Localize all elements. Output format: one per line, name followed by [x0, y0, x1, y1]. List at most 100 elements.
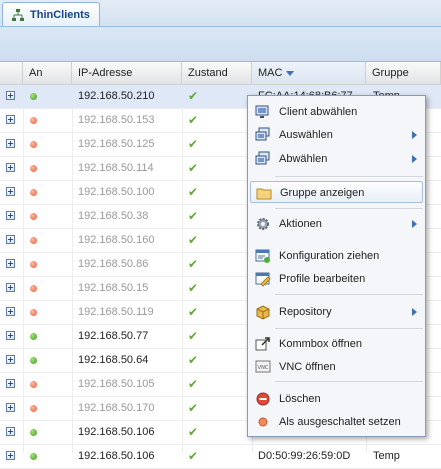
menu-item-label: VNC öffnen [279, 361, 336, 373]
external-link-icon [255, 336, 271, 352]
expand-row-icon[interactable] [6, 331, 15, 340]
group-cell: Temp [373, 450, 400, 462]
expand-row-icon[interactable] [6, 379, 15, 388]
header-mac[interactable]: MAC [252, 62, 366, 84]
ip-address-cell: 192.168.50.106 [78, 426, 155, 438]
status-ok-icon: ✔ [188, 425, 199, 439]
menu-item-gruppe-anzeigen[interactable]: Gruppe anzeigen [250, 181, 423, 203]
online-status-icon [30, 93, 37, 100]
expand-row-icon[interactable] [6, 211, 15, 220]
menu-item-vnc-oeffnen[interactable]: VNC VNC öffnen [250, 356, 423, 378]
ip-address-cell: 192.168.50.170 [78, 402, 155, 414]
menu-item-label: Abwählen [279, 153, 328, 165]
expand-row-icon[interactable] [6, 427, 15, 436]
header-zustand[interactable]: Zustand [182, 62, 252, 84]
monitors-icon [255, 127, 271, 143]
expand-row-icon[interactable] [6, 115, 15, 124]
table-row[interactable]: 192.168.50.106 ✔ D0:50:99:26:59:0D Temp [0, 445, 441, 469]
expand-row-icon[interactable] [6, 307, 15, 316]
menu-item-label: Client abwählen [279, 106, 358, 118]
menu-separator [275, 176, 423, 177]
status-ok-icon: ✔ [188, 161, 199, 175]
menu-item-als-ausgeschaltet-setzen[interactable]: Als ausgeschaltet setzen [250, 411, 423, 433]
expand-row-icon[interactable] [6, 163, 15, 172]
expand-row-icon[interactable] [6, 259, 15, 268]
header-an[interactable]: An [23, 62, 72, 84]
ip-address-cell: 192.168.50.114 [78, 162, 154, 174]
vnc-icon: VNC [255, 359, 271, 375]
toolbar [0, 27, 441, 62]
menu-item-repository[interactable]: Repository [250, 301, 423, 323]
menu-item-loeschen[interactable]: Löschen [250, 388, 423, 410]
status-ok-icon: ✔ [188, 113, 199, 127]
menu-item-label: Profile bearbeiten [279, 273, 366, 285]
menu-item-profile-bearbeiten[interactable]: Profile bearbeiten [250, 268, 423, 290]
status-ok-icon: ✔ [188, 353, 199, 367]
status-ok-icon: ✔ [188, 185, 199, 199]
context-menu: Client abwählen Auswählen Abwählen Gruppe a… [247, 95, 426, 437]
status-ok-icon: ✔ [188, 305, 199, 319]
sort-descending-icon[interactable] [286, 70, 295, 76]
offline-status-icon [30, 237, 37, 244]
ip-address-cell: 192.168.50.160 [78, 234, 155, 246]
tab-thinclients[interactable]: ThinClients [2, 2, 100, 26]
menu-item-aktionen[interactable]: Aktionen [250, 213, 423, 235]
menu-item-label: Konfiguration ziehen [279, 250, 380, 262]
offline-status-icon [30, 117, 37, 124]
expand-row-icon[interactable] [6, 235, 15, 244]
tab-label: ThinClients [30, 8, 90, 21]
submenu-arrow-icon [412, 155, 417, 163]
menu-item-label: Auswählen [279, 129, 333, 141]
submenu-arrow-icon [412, 308, 417, 316]
expand-row-icon[interactable] [6, 91, 15, 100]
status-ok-icon: ✔ [188, 89, 199, 103]
header-mac-label: MAC [258, 67, 283, 79]
menu-item-label: Als ausgeschaltet setzen [279, 416, 401, 428]
monitors-icon [255, 151, 271, 167]
online-status-icon [30, 429, 37, 436]
menu-item-kommbox-oeffnen[interactable]: Kommbox öffnen [250, 333, 423, 355]
ip-address-cell: 192.168.50.86 [78, 258, 149, 270]
submenu-arrow-icon [412, 131, 417, 139]
power-off-icon [255, 414, 271, 430]
expand-row-icon[interactable] [6, 283, 15, 292]
menu-item-abwaehlen[interactable]: Abwählen [250, 148, 423, 170]
tab-strip: ThinClients [0, 0, 441, 27]
menu-separator [275, 208, 423, 209]
submenu-arrow-icon [412, 220, 417, 228]
ip-address-cell: 192.168.50.64 [78, 354, 149, 366]
network-tree-icon [12, 8, 24, 21]
expand-row-icon[interactable] [6, 355, 15, 364]
menu-item-label: Kommbox öffnen [279, 338, 362, 350]
offline-status-icon [30, 213, 37, 220]
menu-item-client-abwaehlen[interactable]: Client abwählen [250, 101, 423, 123]
ip-address-cell: 192.168.50.106 [78, 450, 155, 462]
offline-status-icon [30, 285, 37, 292]
ip-address-cell: 192.168.50.210 [78, 90, 155, 102]
expand-row-icon[interactable] [6, 139, 15, 148]
expand-row-icon[interactable] [6, 451, 15, 460]
menu-item-label: Gruppe anzeigen [280, 187, 365, 199]
header-gruppe[interactable]: Gruppe [366, 62, 441, 84]
expand-row-icon[interactable] [6, 403, 15, 412]
offline-status-icon [30, 309, 37, 316]
online-status-icon [30, 357, 37, 364]
status-ok-icon: ✔ [188, 329, 199, 343]
status-ok-icon: ✔ [188, 449, 199, 463]
online-status-icon [30, 333, 37, 340]
menu-separator [275, 328, 423, 329]
ip-address-cell: 192.168.50.125 [78, 138, 155, 150]
offline-status-icon [30, 381, 37, 388]
menu-item-auswaehlen[interactable]: Auswählen [250, 124, 423, 146]
ip-address-cell: 192.168.50.77 [78, 330, 149, 342]
config-pull-icon [255, 248, 271, 264]
header-ip-adresse[interactable]: IP-Adresse [72, 62, 182, 84]
expand-row-icon[interactable] [6, 187, 15, 196]
offline-status-icon [30, 261, 37, 268]
offline-status-icon [30, 165, 37, 172]
menu-item-konfiguration-ziehen[interactable]: Konfiguration ziehen [250, 245, 423, 267]
status-ok-icon: ✔ [188, 401, 199, 415]
ip-address-cell: 192.168.50.119 [78, 306, 154, 318]
svg-text:VNC: VNC [258, 365, 269, 371]
monitor-icon [255, 104, 271, 120]
